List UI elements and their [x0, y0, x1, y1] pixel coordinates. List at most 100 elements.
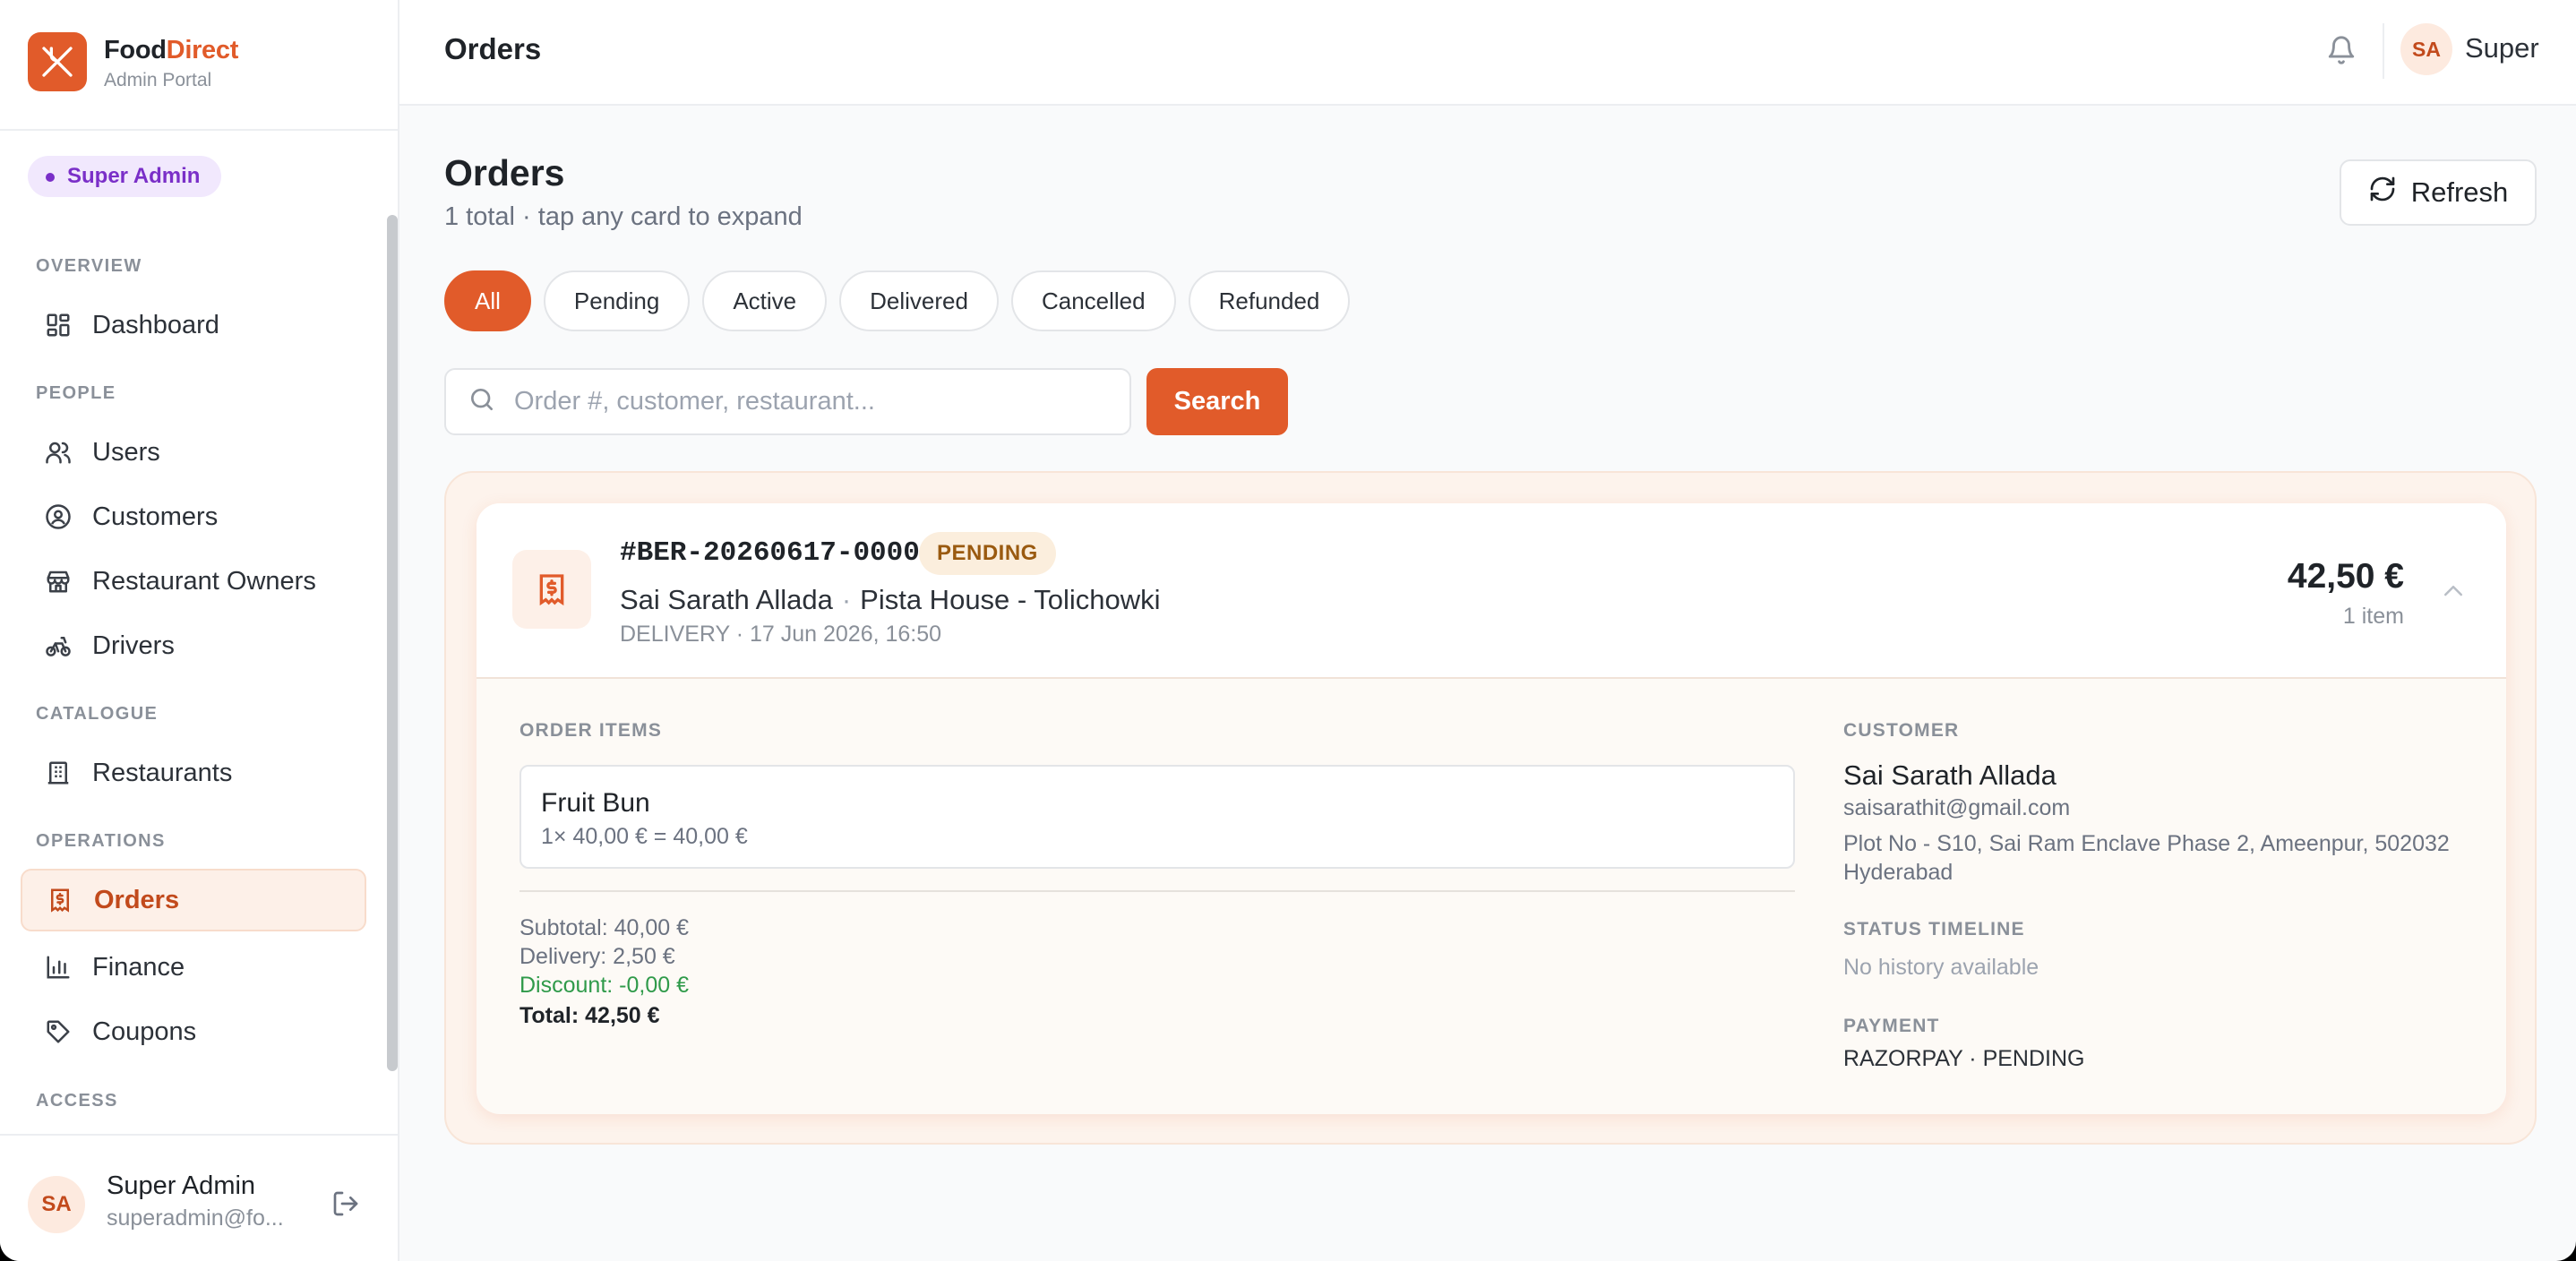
refresh-button[interactable]: Refresh — [2340, 159, 2537, 226]
nav-section-access: ACCESS — [36, 1091, 118, 1111]
customer-label: CUSTOMER — [1843, 720, 1960, 741]
users-icon — [42, 436, 74, 468]
brand-name-part2: Direct — [166, 36, 239, 64]
topbar: Orders SA Super — [399, 0, 2576, 106]
payment-label: PAYMENT — [1843, 1016, 1940, 1036]
brand-name: FoodDirect — [104, 36, 238, 65]
brand-header: FoodDirect Admin Portal — [0, 0, 398, 131]
sidebar-scrollbar[interactable] — [387, 215, 398, 1071]
sidebar-item-label: Customers — [92, 502, 219, 531]
sidebar-user-name: Super Admin — [107, 1171, 256, 1200]
order-meta: DELIVERY · 17 Jun 2026, 16:50 — [620, 622, 942, 647]
filter-active[interactable]: Active — [702, 270, 828, 331]
search-box — [444, 368, 1131, 435]
order-number: #BER-20260617-00001 — [620, 537, 937, 569]
order-restaurant-name: Pista House - Tolichowki — [860, 584, 1161, 615]
sidebar-item-label: Users — [92, 437, 160, 467]
nav-section-overview: OVERVIEW — [36, 256, 142, 276]
discount-line: Discount: -0,00 € — [519, 973, 689, 998]
order-card[interactable]: #BER-20260617-00001 PENDING Sai Sarath A… — [477, 503, 2506, 1114]
sidebar-item-label: Drivers — [92, 630, 175, 660]
tag-icon — [42, 1016, 74, 1048]
sidebar-item-label: Finance — [92, 952, 185, 982]
order-parties: Sai Sarath Allada · Pista House - Tolichow… — [620, 584, 1161, 616]
topbar-divider — [2383, 23, 2384, 79]
bar-chart-icon — [42, 951, 74, 983]
item-name: Fruit Bun — [541, 788, 650, 818]
sidebar-item-restaurant-owners[interactable]: Restaurant Owners — [21, 550, 366, 613]
refresh-icon — [2368, 175, 2397, 210]
grid-icon — [42, 309, 74, 341]
role-badge: Super Admin — [28, 156, 222, 197]
status-timeline-empty: No history available — [1843, 955, 2039, 980]
filter-refunded[interactable]: Refunded — [1188, 270, 1351, 331]
topbar-user-name[interactable]: Super — [2465, 32, 2539, 64]
refresh-label: Refresh — [2410, 176, 2509, 208]
utensils-icon[interactable] — [28, 32, 87, 91]
sidebar-item-finance[interactable]: Finance — [21, 936, 366, 999]
bike-icon — [42, 630, 74, 662]
sidebar-item-label: Orders — [94, 885, 180, 914]
status-badge: PENDING — [919, 532, 1056, 575]
sidebar-item-orders[interactable]: Orders — [21, 869, 366, 931]
avatar[interactable]: SA — [28, 1176, 85, 1233]
sidebar-nav: OVERVIEW Dashboard PEOPLE Users Customer… — [0, 215, 398, 1134]
filter-cancelled[interactable]: Cancelled — [1010, 270, 1176, 331]
customer-address: Plot No - S10, Sai Ram Enclave Phase 2, … — [1843, 831, 2450, 885]
order-items-label: ORDER ITEMS — [519, 720, 663, 741]
list-item: Fruit Bun 1× 40,00 € = 40,00 € — [519, 765, 1795, 869]
page-title: Orders — [444, 152, 565, 193]
bell-icon[interactable] — [2322, 30, 2361, 70]
sidebar: FoodDirect Admin Portal Super Admin OVER… — [0, 0, 399, 1261]
subtotal-line: Subtotal: 40,00 € — [519, 915, 690, 940]
nav-section-people: PEOPLE — [36, 383, 116, 403]
store-icon — [42, 565, 74, 597]
receipt-icon — [44, 884, 76, 916]
brand-name-part1: Food — [104, 36, 167, 64]
filter-all[interactable]: All — [444, 270, 531, 331]
sidebar-item-dashboard[interactable]: Dashboard — [21, 294, 366, 356]
nav-section-operations: OPERATIONS — [36, 831, 166, 851]
sidebar-item-label: Coupons — [92, 1017, 197, 1046]
topbar-title: Orders — [444, 32, 542, 65]
item-price-line: 1× 40,00 € = 40,00 € — [541, 824, 748, 849]
status-filter-tabs: All Pending Active Delivered Cancelled R… — [444, 270, 1351, 331]
order-item-count: 1 item — [2342, 604, 2404, 629]
delivery-line: Delivery: 2,50 € — [519, 944, 675, 969]
order-card-header[interactable]: #BER-20260617-00001 PENDING Sai Sarath A… — [477, 503, 2506, 679]
app-window: FoodDirect Admin Portal Super Admin OVER… — [0, 0, 2576, 1261]
building-icon — [42, 757, 74, 789]
brand-subtitle: Admin Portal — [104, 70, 212, 90]
filter-delivered[interactable]: Delivered — [839, 270, 999, 331]
nav-section-catalogue: CATALOGUE — [36, 704, 159, 724]
search-button[interactable]: Search — [1146, 368, 1288, 435]
sidebar-item-drivers[interactable]: Drivers — [21, 614, 366, 677]
sidebar-item-customers[interactable]: Customers — [21, 485, 366, 548]
avatar[interactable]: SA — [2400, 23, 2452, 75]
chevron-up-icon[interactable] — [2438, 577, 2469, 604]
receipt-icon — [512, 550, 591, 629]
sidebar-user-email: superadmin@fo... — [107, 1205, 284, 1231]
status-timeline-label: STATUS TIMELINE — [1843, 919, 2025, 939]
user-circle-icon — [42, 501, 74, 533]
search-input[interactable] — [514, 387, 1123, 416]
payment-value: RAZORPAY · PENDING — [1843, 1046, 2085, 1071]
customer-name: Sai Sarath Allada — [1843, 759, 2057, 791]
order-parties-separator: · — [841, 584, 852, 615]
sidebar-item-label: Dashboard — [92, 310, 219, 339]
summary-divider — [519, 890, 1795, 892]
customer-email: saisarathit@gmail.com — [1843, 795, 2071, 820]
filter-pending[interactable]: Pending — [543, 270, 691, 331]
sidebar-item-coupons[interactable]: Coupons — [21, 1000, 366, 1063]
sidebar-item-users[interactable]: Users — [21, 421, 366, 484]
total-line: Total: 42,50 € — [519, 1003, 660, 1028]
page-subtitle: 1 total · tap any card to expand — [444, 202, 803, 231]
sidebar-item-label: Restaurant Owners — [92, 566, 316, 596]
search-icon — [468, 385, 496, 418]
sidebar-user-panel: SA Super Admin superadmin@fo... — [0, 1134, 398, 1261]
logout-icon[interactable] — [328, 1186, 364, 1222]
order-total: 42,50 € — [2287, 557, 2404, 596]
order-customer-name: Sai Sarath Allada — [620, 584, 833, 615]
sidebar-item-label: Restaurants — [92, 758, 233, 787]
sidebar-item-restaurants[interactable]: Restaurants — [21, 742, 366, 804]
